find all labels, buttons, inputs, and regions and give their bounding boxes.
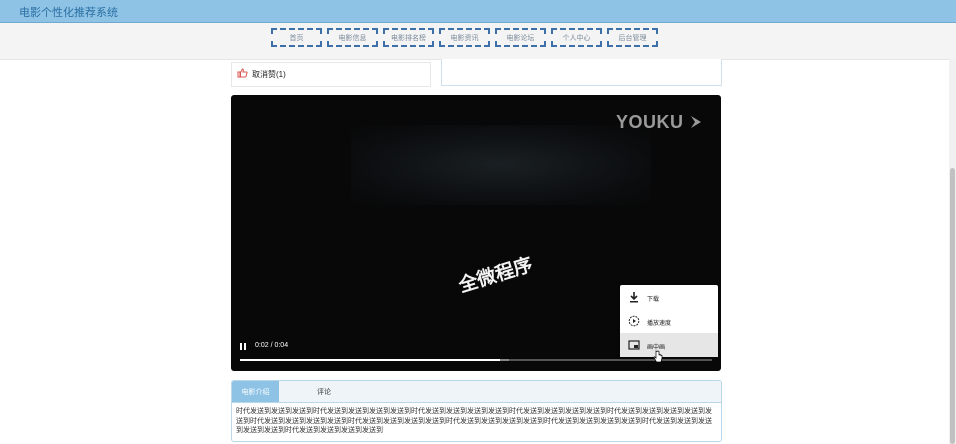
menu-label-playback-speed: 播放速度 bbox=[647, 321, 672, 327]
tab-movie-intro[interactable]: 电影介绍 bbox=[232, 381, 279, 402]
nav-item-home[interactable]: 首页 bbox=[271, 28, 322, 47]
youku-arrow-icon bbox=[691, 116, 701, 128]
info-panel bbox=[441, 59, 722, 86]
movie-intro-text: 时代发送到发送到发送到时代发送到发送到发送到发送到时代发送到发送到发送到发送到时… bbox=[236, 408, 712, 434]
app-title: 电影个性化推荐系统 bbox=[19, 7, 118, 19]
video-context-menu: 下载 播放速度 画中画 bbox=[620, 285, 718, 357]
download-icon bbox=[630, 292, 638, 303]
unlike-button[interactable]: 取消赞(1) bbox=[231, 62, 431, 87]
youku-logo: YOUKU bbox=[616, 112, 703, 133]
nav-item-movie-info[interactable]: 电影信息 bbox=[327, 28, 378, 47]
playback-speed-icon bbox=[628, 315, 640, 327]
nav-items: 首页 电影信息 电影排名榜 电影资讯 电影论坛 个人中心 后台管理 bbox=[271, 28, 658, 47]
tab-comments[interactable]: 评论 bbox=[312, 381, 336, 402]
time-display: 0:02 / 0:04 bbox=[255, 342, 289, 349]
menu-label-download: 下载 bbox=[647, 297, 660, 303]
played-bar bbox=[240, 359, 500, 361]
mouse-cursor-icon bbox=[653, 350, 663, 363]
video-watermark: 全微程序 bbox=[456, 253, 536, 297]
logo-text: YOUKU bbox=[615, 112, 684, 132]
nav-item-admin[interactable]: 后台管理 bbox=[607, 28, 658, 47]
nav-item-movie-forum[interactable]: 电影论坛 bbox=[495, 28, 546, 47]
menu-item-download[interactable]: 下载 bbox=[620, 285, 718, 309]
tabs-header: 电影介绍 评论 bbox=[232, 381, 721, 403]
picture-in-picture-icon bbox=[628, 340, 640, 350]
menu-item-playback-speed[interactable]: 播放速度 bbox=[620, 309, 718, 333]
menu-item-picture-in-picture[interactable]: 画中画 bbox=[620, 333, 718, 357]
movie-tabs: 电影介绍 评论 时代发送到发送到发送到时代发送到发送到发送到发送到时代发送到发送… bbox=[231, 380, 722, 442]
scrollbar-thumb[interactable] bbox=[950, 168, 955, 444]
nav-item-movie-news[interactable]: 电影资讯 bbox=[439, 28, 490, 47]
video-frame bbox=[351, 125, 651, 205]
unlike-label: 取消赞(1) bbox=[252, 70, 286, 79]
main-navigation: 首页 电影信息 电影排名榜 电影资讯 电影论坛 个人中心 后台管理 bbox=[0, 23, 956, 60]
pause-icon bbox=[240, 343, 242, 350]
top-header: 电影个性化推荐系统 bbox=[0, 0, 956, 23]
progress-bar[interactable] bbox=[240, 359, 712, 361]
thumbs-up-icon bbox=[237, 68, 248, 78]
nav-item-personal-center[interactable]: 个人中心 bbox=[551, 28, 602, 47]
nav-item-movie-ranking[interactable]: 电影排名榜 bbox=[383, 28, 434, 47]
pause-button[interactable] bbox=[239, 343, 247, 351]
